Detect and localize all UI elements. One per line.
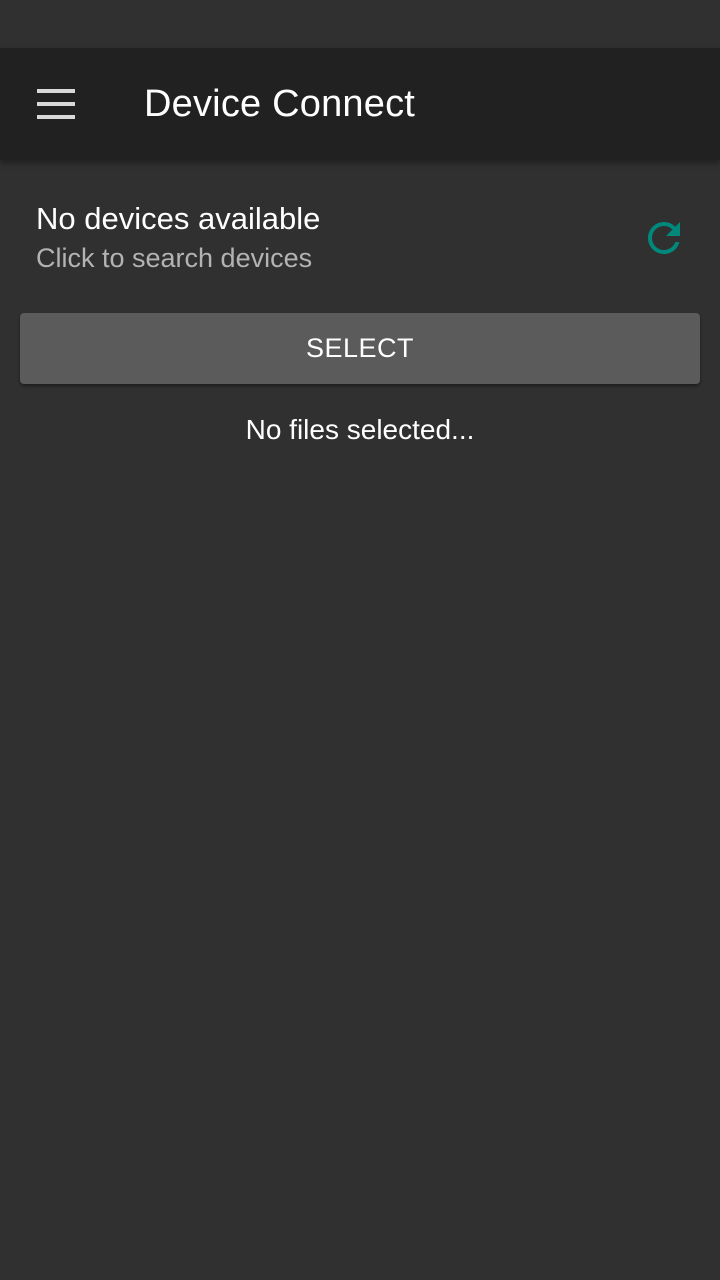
- select-button[interactable]: SELECT: [20, 313, 700, 384]
- app-title: Device Connect: [144, 83, 416, 125]
- menu-button[interactable]: [20, 68, 92, 140]
- hamburger-menu-icon: [37, 89, 75, 119]
- refresh-button[interactable]: [632, 206, 696, 270]
- files-status-text: No files selected...: [245, 414, 475, 445]
- device-status-subtitle: Click to search devices: [36, 243, 313, 273]
- status-bar: [0, 0, 720, 48]
- refresh-icon: [648, 222, 680, 254]
- device-search-row[interactable]: No devices available Click to search dev…: [0, 160, 720, 296]
- app-bar: Device Connect: [0, 48, 720, 160]
- device-status-title: No devices available: [36, 201, 321, 236]
